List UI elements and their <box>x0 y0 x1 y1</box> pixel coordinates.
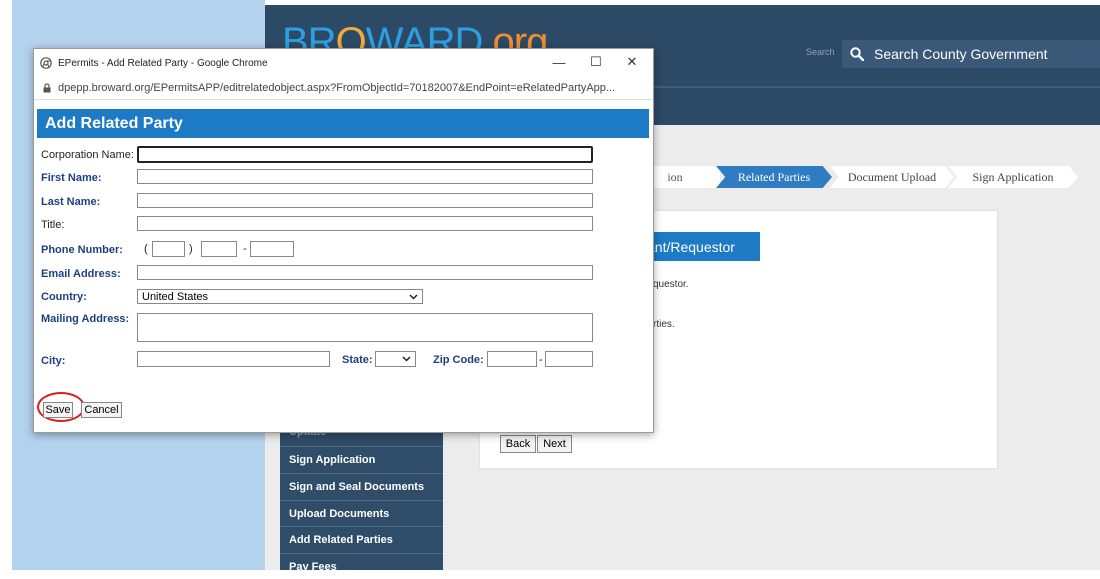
title-label: Title: <box>41 219 65 231</box>
city-input[interactable] <box>137 351 330 367</box>
form-header: Add Related Party <box>37 109 649 138</box>
phone-prefix-input[interactable] <box>201 241 237 257</box>
step-document-upload[interactable]: Document Upload <box>830 166 954 188</box>
search-county-text: Search County Government <box>874 46 1048 62</box>
last-name-input[interactable] <box>137 193 593 208</box>
first-name-input[interactable] <box>137 169 593 184</box>
step-related-parties[interactable]: Related Parties <box>716 166 832 188</box>
country-label: Country: <box>41 291 87 303</box>
minimize-icon[interactable]: — <box>549 54 569 70</box>
mailing-address-textarea[interactable] <box>137 313 593 342</box>
cancel-button[interactable]: Cancel <box>81 402 122 418</box>
first-name-label: First Name: <box>41 172 102 184</box>
panel-text-line1: questor. <box>653 279 689 290</box>
mailing-address-label: Mailing Address: <box>41 313 130 325</box>
back-button[interactable]: Back <box>500 435 536 453</box>
country-select[interactable]: United States <box>137 289 423 304</box>
nav-item-sign-application[interactable]: Sign Application <box>280 446 443 472</box>
phone-line-input[interactable] <box>250 241 294 257</box>
zip-code-label: Zip Code: <box>433 354 484 366</box>
email-address-input[interactable] <box>137 265 593 280</box>
panel-title-text: cant/Requestor <box>640 238 735 255</box>
phone-area-code-input[interactable] <box>152 241 185 257</box>
search-label: Search <box>806 47 835 57</box>
close-icon[interactable]: ✕ <box>622 54 642 70</box>
address-bar[interactable]: dpepp.broward.org/EPermitsAPP/editrelate… <box>34 77 653 100</box>
phone-paren-close: ) <box>189 243 193 255</box>
email-address-label: Email Address: <box>41 268 121 280</box>
search-county-input[interactable]: Search County Government <box>842 40 1100 68</box>
corporation-name-label: Corporation Name: <box>41 149 134 161</box>
phone-number-label: Phone Number: <box>41 244 123 256</box>
save-button[interactable]: Save <box>43 402 73 418</box>
lock-icon <box>42 83 52 93</box>
corporation-name-input[interactable] <box>137 146 593 163</box>
panel-title: cant/Requestor <box>640 232 760 261</box>
maximize-icon[interactable]: ☐ <box>586 54 606 70</box>
next-button[interactable]: Next <box>537 435 572 453</box>
chrome-icon <box>40 57 52 69</box>
last-name-label: Last Name: <box>41 196 101 208</box>
url-text: dpepp.broward.org/EPermitsAPP/editrelate… <box>58 82 616 94</box>
nav-item-pay-fees[interactable]: Pay Fees <box>280 553 443 579</box>
nav-item-upload-documents[interactable]: Upload Documents <box>280 500 443 526</box>
nav-item-sign-seal-documents[interactable]: Sign and Seal Documents <box>280 473 443 499</box>
nav-item-add-related-parties[interactable]: Add Related Parties <box>280 526 443 552</box>
phone-dash: - <box>243 243 247 255</box>
search-icon <box>846 43 868 65</box>
state-select[interactable] <box>375 351 416 367</box>
window-title: EPermits - Add Related Party - Google Ch… <box>58 57 268 69</box>
chevron-down-icon <box>402 354 411 363</box>
step-sign-application[interactable]: Sign Application <box>948 166 1078 188</box>
zip-dash: - <box>539 354 543 366</box>
zip-extension-input[interactable] <box>545 351 593 367</box>
city-label: City: <box>41 355 66 367</box>
popup-window: EPermits - Add Related Party - Google Ch… <box>33 48 654 433</box>
zip-code-input[interactable] <box>487 351 537 367</box>
title-input[interactable] <box>137 216 593 231</box>
chevron-down-icon <box>409 292 418 301</box>
phone-paren-open: ( <box>144 243 148 255</box>
state-label: State: <box>342 354 373 366</box>
country-selected-value: United States <box>142 290 209 303</box>
panel-text-line2: rties. <box>653 319 675 330</box>
